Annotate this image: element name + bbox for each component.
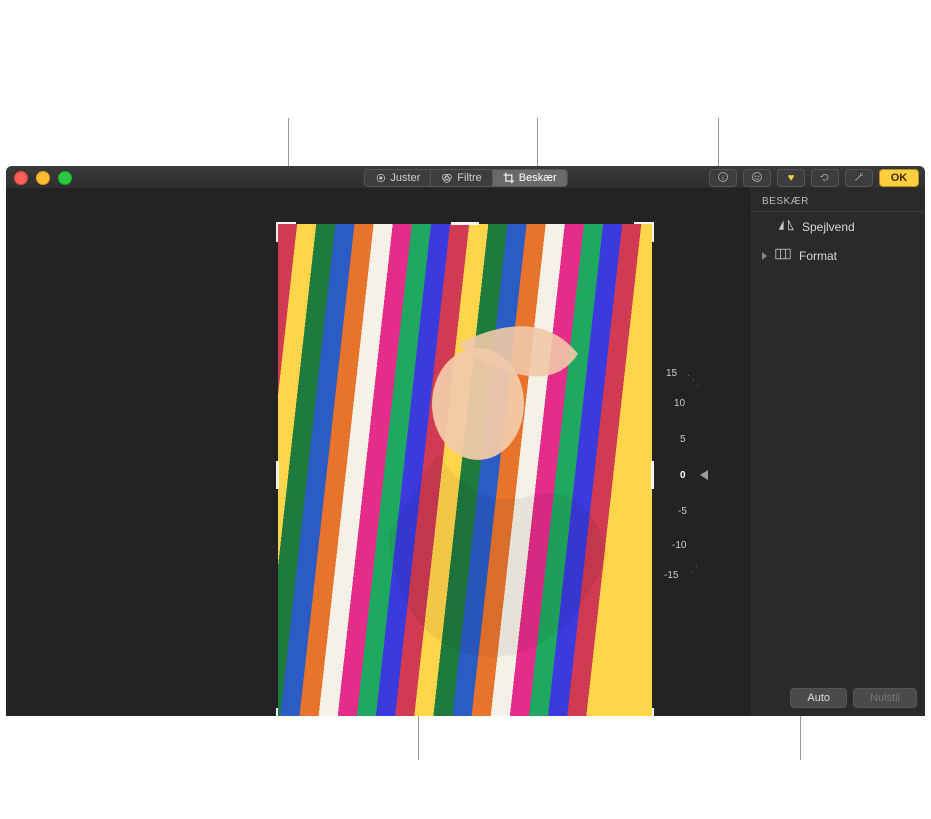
disclosure-triangle-icon: [762, 252, 767, 260]
adjust-tab-label: Juster: [390, 172, 420, 184]
filters-tab[interactable]: Filtre: [431, 170, 492, 186]
auto-enhance-button[interactable]: [845, 169, 873, 187]
filters-icon: [441, 172, 453, 184]
filters-tab-label: Filtre: [457, 172, 481, 184]
dial-tick-label: 10: [674, 398, 685, 409]
rotate-button[interactable]: [811, 169, 839, 187]
sidebar-footer: Auto Nulstil: [790, 688, 917, 708]
wand-icon: [852, 171, 866, 186]
crop-handle-top[interactable]: [451, 222, 479, 225]
face-icon: [751, 171, 763, 186]
crop-handle-bottom-right[interactable]: [634, 708, 654, 716]
done-button[interactable]: OK: [879, 169, 919, 187]
reset-button[interactable]: Nulstil: [853, 688, 917, 708]
titlebar: Juster Filtre Beskær i: [6, 166, 925, 189]
zoom-window-button[interactable]: [58, 171, 72, 185]
dial-tick-label: -15: [664, 570, 678, 581]
heart-icon: ♥: [788, 172, 795, 184]
dial-tick-label: 0: [680, 470, 686, 481]
flip-label: Spejlvend: [802, 220, 855, 234]
flip-icon: [778, 219, 794, 234]
aspect-icon: [775, 248, 791, 263]
auto-button[interactable]: Auto: [790, 688, 847, 708]
crop-handle-bottom-left[interactable]: [276, 708, 296, 716]
dial-pointer-icon: [700, 470, 708, 480]
app-window: Juster Filtre Beskær i: [6, 166, 925, 716]
rotate-icon: [819, 171, 831, 186]
info-button[interactable]: i: [709, 169, 737, 187]
edit-mode-segmented-control: Juster Filtre Beskær: [363, 169, 567, 187]
faces-button[interactable]: [743, 169, 771, 187]
crop-tab[interactable]: Beskær: [493, 170, 567, 186]
dial-tick-label: -10: [672, 540, 686, 551]
aspect-label: Format: [799, 249, 837, 263]
done-button-label: OK: [891, 172, 908, 184]
adjust-icon: [374, 172, 386, 184]
svg-text:i: i: [722, 175, 724, 182]
straighten-dial[interactable]: 15 10 5 0 -5 -10 -15: [634, 370, 698, 580]
crop-handle-top-left[interactable]: [276, 222, 296, 242]
dial-tick-label: -5: [678, 506, 687, 517]
sidebar-header: BESKÆR: [750, 188, 925, 212]
callout-line: [537, 118, 538, 166]
canvas-area: 15 10 5 0 -5 -10 -15: [6, 188, 750, 716]
crop-handle-left[interactable]: [276, 461, 279, 489]
crop-sidebar: BESKÆR Spejlvend Format Auto: [749, 188, 925, 716]
auto-button-label: Auto: [807, 692, 830, 704]
crop-tab-label: Beskær: [519, 172, 557, 184]
flip-row[interactable]: Spejlvend: [750, 212, 925, 241]
dial-tick-label: 5: [680, 434, 686, 445]
photo-content: [278, 224, 652, 716]
crop-handle-top-right[interactable]: [634, 222, 654, 242]
photo-crop-frame[interactable]: 15 10 5 0 -5 -10 -15: [278, 224, 652, 716]
dial-tick-label: 15: [666, 368, 677, 379]
toolbar-right: i ♥ OK: [709, 169, 919, 187]
window-controls: [14, 171, 72, 185]
close-window-button[interactable]: [14, 171, 28, 185]
minimize-window-button[interactable]: [36, 171, 50, 185]
adjust-tab[interactable]: Juster: [364, 170, 431, 186]
crop-icon: [503, 172, 515, 184]
info-icon: i: [717, 171, 729, 186]
favorite-button[interactable]: ♥: [777, 169, 805, 187]
reset-button-label: Nulstil: [870, 692, 900, 704]
aspect-row[interactable]: Format: [750, 241, 925, 270]
